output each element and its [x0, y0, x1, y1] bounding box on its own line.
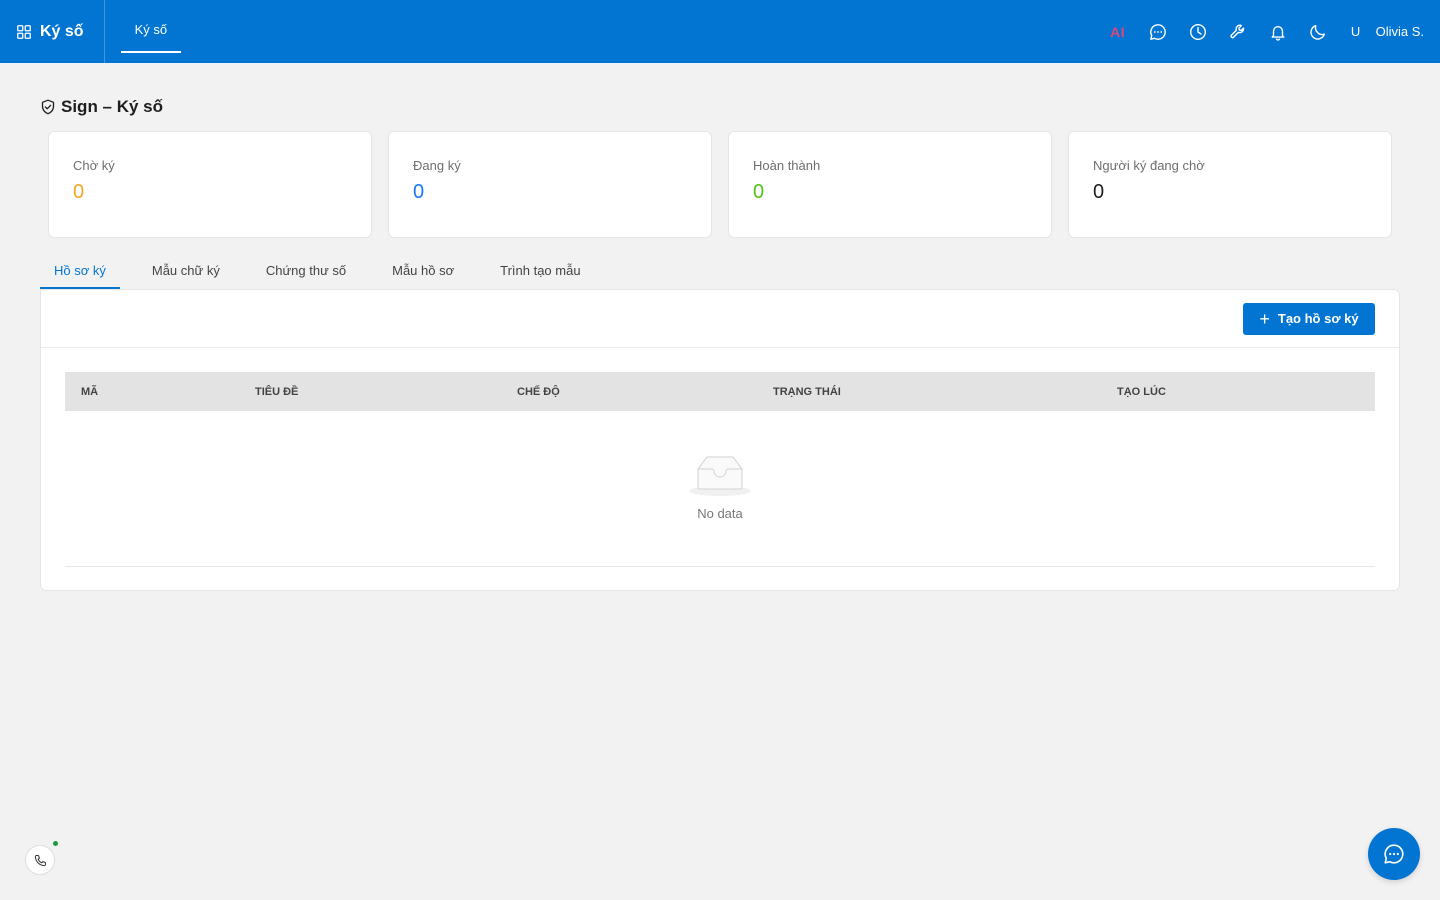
stat-label: Người ký đang chờ	[1093, 158, 1205, 173]
table-empty-state: No data	[65, 411, 1375, 567]
chat-bubble-icon	[1384, 844, 1404, 864]
column-header-title[interactable]: TIÊU ĐỀ	[255, 386, 298, 398]
stat-card-completed: Hoàn thành 0	[728, 131, 1052, 238]
nav-tab-ky-so[interactable]: Ký số	[120, 0, 182, 63]
column-header-mode[interactable]: CHẾ ĐỘ	[517, 386, 560, 398]
phone-button[interactable]	[25, 845, 55, 875]
chat-icon	[1149, 23, 1166, 40]
moon-icon	[1309, 24, 1325, 40]
tab-mau-chu-ky[interactable]: Mẫu chữ ký	[138, 251, 234, 289]
stat-label: Đang ký	[413, 158, 461, 173]
records-table: MÃ TIÊU ĐỀ CHẾ ĐỘ TRẠNG THÁI TẠO LÚC No …	[65, 372, 1375, 567]
empty-text: No data	[697, 506, 743, 521]
stats-row: Chờ ký 0 Đang ký 0 Hoàn thành 0 Người ký…	[48, 131, 1392, 238]
stat-card-waiting: Chờ ký 0	[48, 131, 372, 238]
tab-mau-ho-so[interactable]: Mẫu hồ sơ	[378, 251, 468, 289]
stat-value: 0	[753, 181, 765, 203]
records-panel: + Tạo hồ sơ ký MÃ TIÊU ĐỀ CHẾ ĐỘ TRẠNG T…	[40, 289, 1400, 591]
ai-icon: AI	[1110, 23, 1126, 40]
create-record-button[interactable]: + Tạo hồ sơ ký	[1243, 302, 1375, 335]
chat-support-button[interactable]	[1368, 828, 1420, 880]
stat-label: Hoàn thành	[753, 158, 821, 173]
user-name[interactable]: Olivia S.	[1376, 24, 1424, 39]
brand[interactable]: Ký số	[0, 0, 105, 63]
apps-grid-icon[interactable]	[17, 24, 31, 39]
panel-toolbar: + Tạo hồ sơ ký	[41, 290, 1399, 348]
stat-label: Chờ ký	[73, 158, 115, 173]
tab-trinh-tao-mau[interactable]: Trình tạo mẫu	[486, 251, 594, 289]
stat-card-signing: Đang ký 0	[388, 131, 712, 238]
tab-ho-so-ky[interactable]: Hồ sơ ký	[40, 251, 120, 289]
stat-value: 0	[413, 181, 425, 203]
create-record-label: Tạo hồ sơ ký	[1277, 311, 1359, 326]
stat-value: 0	[1093, 181, 1105, 203]
shield-check-icon	[41, 99, 55, 115]
nav-tab-label: Ký số	[134, 22, 168, 37]
app-name: Ký số	[40, 22, 84, 40]
column-header-code[interactable]: MÃ	[81, 386, 98, 398]
empty-inbox-icon	[689, 456, 751, 496]
avatar[interactable]: U	[1342, 24, 1370, 39]
wrench-icon	[1230, 23, 1244, 38]
phone-icon	[34, 854, 46, 866]
tools-button[interactable]	[1218, 12, 1258, 52]
bell-icon	[1271, 25, 1285, 41]
page-title-text: Sign – Ký số	[61, 97, 164, 116]
table-header: MÃ TIÊU ĐỀ CHẾ ĐỘ TRẠNG THÁI TẠO LÚC	[65, 372, 1375, 411]
header-actions: AI U Olivia S.	[1098, 0, 1440, 63]
stat-value: 0	[73, 181, 85, 203]
content-tabs: Hồ sơ ký Mẫu chữ ký Chứng thư số Mẫu hồ …	[40, 251, 613, 289]
notifications-button[interactable]	[1258, 12, 1298, 52]
column-header-status[interactable]: TRẠNG THÁI	[773, 386, 841, 398]
history-button[interactable]	[1178, 12, 1218, 52]
online-status-dot	[53, 841, 58, 846]
messages-button[interactable]	[1138, 12, 1178, 52]
top-bar: Ký số Ký số AI U Olivia S.	[0, 0, 1440, 63]
theme-toggle-button[interactable]	[1298, 12, 1338, 52]
stat-card-pending-signers: Người ký đang chờ 0	[1068, 131, 1392, 238]
nav-tab-active-indicator	[120, 51, 182, 53]
plus-icon: +	[1259, 308, 1270, 329]
tab-chung-thu-so[interactable]: Chứng thư số	[252, 251, 360, 289]
ai-button[interactable]: AI	[1098, 12, 1138, 52]
column-header-created-at[interactable]: TẠO LÚC	[1117, 386, 1166, 398]
page-title: Sign – Ký số	[40, 97, 163, 117]
clock-icon	[1189, 23, 1206, 40]
